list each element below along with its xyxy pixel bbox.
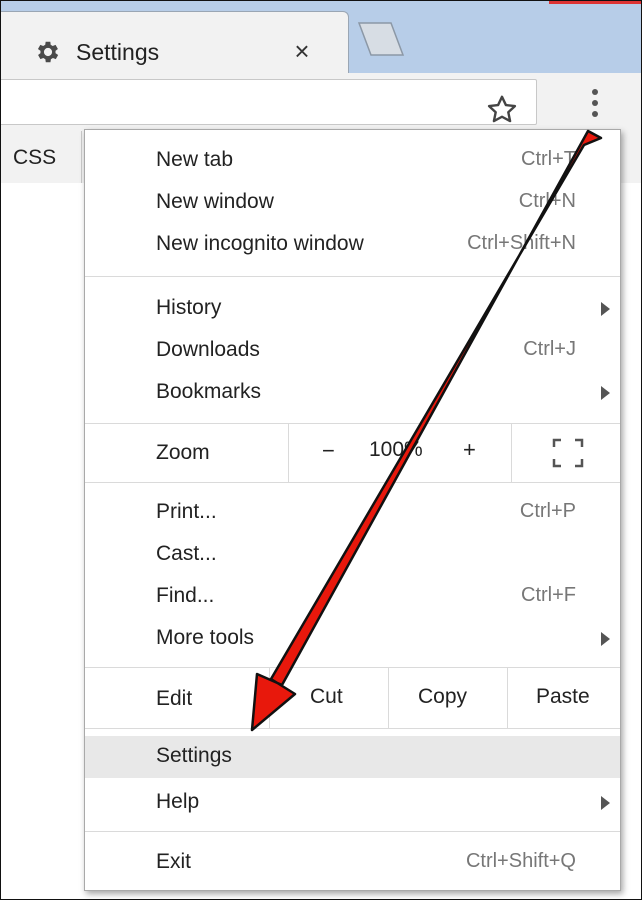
menu-item-more-tools[interactable]: More tools xyxy=(85,618,620,660)
close-icon[interactable]: × xyxy=(288,36,316,66)
menu-item-label: Print... xyxy=(156,500,217,523)
new-tab-button[interactable] xyxy=(357,21,405,57)
menu-item-label: Help xyxy=(156,790,200,813)
zoom-level: 100% xyxy=(369,438,423,461)
edit-row: Edit Cut Copy Paste xyxy=(85,668,620,728)
menu-item-print[interactable]: Print... Ctrl+P xyxy=(85,492,620,534)
menu-separator xyxy=(85,276,620,277)
menu-item-label: History xyxy=(156,296,222,319)
menu-item-shortcut: Ctrl+Shift+Q xyxy=(465,850,576,872)
copy-label: Copy xyxy=(418,685,468,708)
chevron-right-icon xyxy=(601,796,610,810)
zoom-in-button[interactable]: + xyxy=(463,437,476,463)
menu-item-new-tab[interactable]: New tab Ctrl+T xyxy=(85,140,620,182)
menu-item-cast[interactable]: Cast... xyxy=(85,534,620,576)
menu-item-label: New tab xyxy=(156,148,234,171)
menu-separator xyxy=(85,482,620,483)
tab-title: Settings xyxy=(76,39,160,65)
window-edge-accent xyxy=(549,1,641,4)
menu-item-history[interactable]: History xyxy=(85,288,620,330)
cut-button[interactable]: Cut xyxy=(269,668,388,728)
fullscreen-button[interactable] xyxy=(511,424,621,482)
bookmark-label: CSS xyxy=(13,146,57,169)
menu-item-bookmarks[interactable]: Bookmarks xyxy=(85,372,620,414)
zoom-label: Zoom xyxy=(156,441,210,464)
chevron-right-icon xyxy=(601,302,610,316)
zoom-row: Zoom − 100% + xyxy=(85,424,620,482)
menu-item-label: Downloads xyxy=(156,338,260,361)
menu-item-downloads[interactable]: Downloads Ctrl+J xyxy=(85,330,620,372)
tab-settings[interactable]: Settings × xyxy=(1,11,349,74)
zoom-out-button[interactable]: − xyxy=(322,438,335,464)
gear-icon xyxy=(37,41,59,63)
menu-item-find[interactable]: Find... Ctrl+F xyxy=(85,576,620,618)
kebab-menu-icon[interactable] xyxy=(581,87,609,123)
menu-item-shortcut: Ctrl+Shift+N xyxy=(467,232,576,254)
menu-item-label: Find... xyxy=(156,584,215,607)
chevron-right-icon xyxy=(601,386,610,400)
menu-item-shortcut: Ctrl+J xyxy=(523,338,576,360)
menu-item-label: More tools xyxy=(156,626,255,649)
menu-item-shortcut: Ctrl+F xyxy=(521,584,576,606)
menu-separator xyxy=(85,728,620,729)
paste-label: Paste xyxy=(536,685,590,708)
chrome-menu: New tab Ctrl+T New window Ctrl+N New inc… xyxy=(84,129,621,891)
toolbar xyxy=(1,73,641,131)
menu-item-label: Bookmarks xyxy=(156,380,262,403)
menu-separator xyxy=(85,831,620,832)
chevron-right-icon xyxy=(601,632,610,646)
cut-label: Cut xyxy=(310,685,343,708)
bookmark-item[interactable]: CSS xyxy=(1,131,82,183)
menu-item-shortcut: Ctrl+P xyxy=(519,500,576,522)
fullscreen-icon xyxy=(552,438,584,468)
edit-label: Edit xyxy=(156,687,193,710)
menu-item-new-incognito-window[interactable]: New incognito window Ctrl+Shift+N xyxy=(85,224,620,266)
menu-item-shortcut: Ctrl+N xyxy=(518,190,576,212)
menu-item-shortcut: Ctrl+T xyxy=(521,148,576,170)
menu-item-help[interactable]: Help xyxy=(85,782,620,824)
browser-window: Settings × CSS New tab Ctrl+T New window… xyxy=(0,0,642,900)
tab-strip: Settings × xyxy=(1,1,641,74)
menu-item-label: New incognito window xyxy=(156,232,364,255)
copy-button[interactable]: Copy xyxy=(388,668,507,728)
menu-item-label: Exit xyxy=(156,850,192,873)
menu-item-settings[interactable]: Settings xyxy=(85,736,620,778)
menu-item-label: Settings xyxy=(156,744,232,767)
menu-item-label: New window xyxy=(156,190,274,213)
menu-item-new-window[interactable]: New window Ctrl+N xyxy=(85,182,620,224)
address-bar[interactable] xyxy=(1,79,537,128)
menu-item-exit[interactable]: Exit Ctrl+Shift+Q xyxy=(85,842,620,884)
menu-item-label: Cast... xyxy=(156,542,217,565)
star-icon[interactable] xyxy=(484,92,520,128)
paste-button[interactable]: Paste xyxy=(507,668,621,728)
